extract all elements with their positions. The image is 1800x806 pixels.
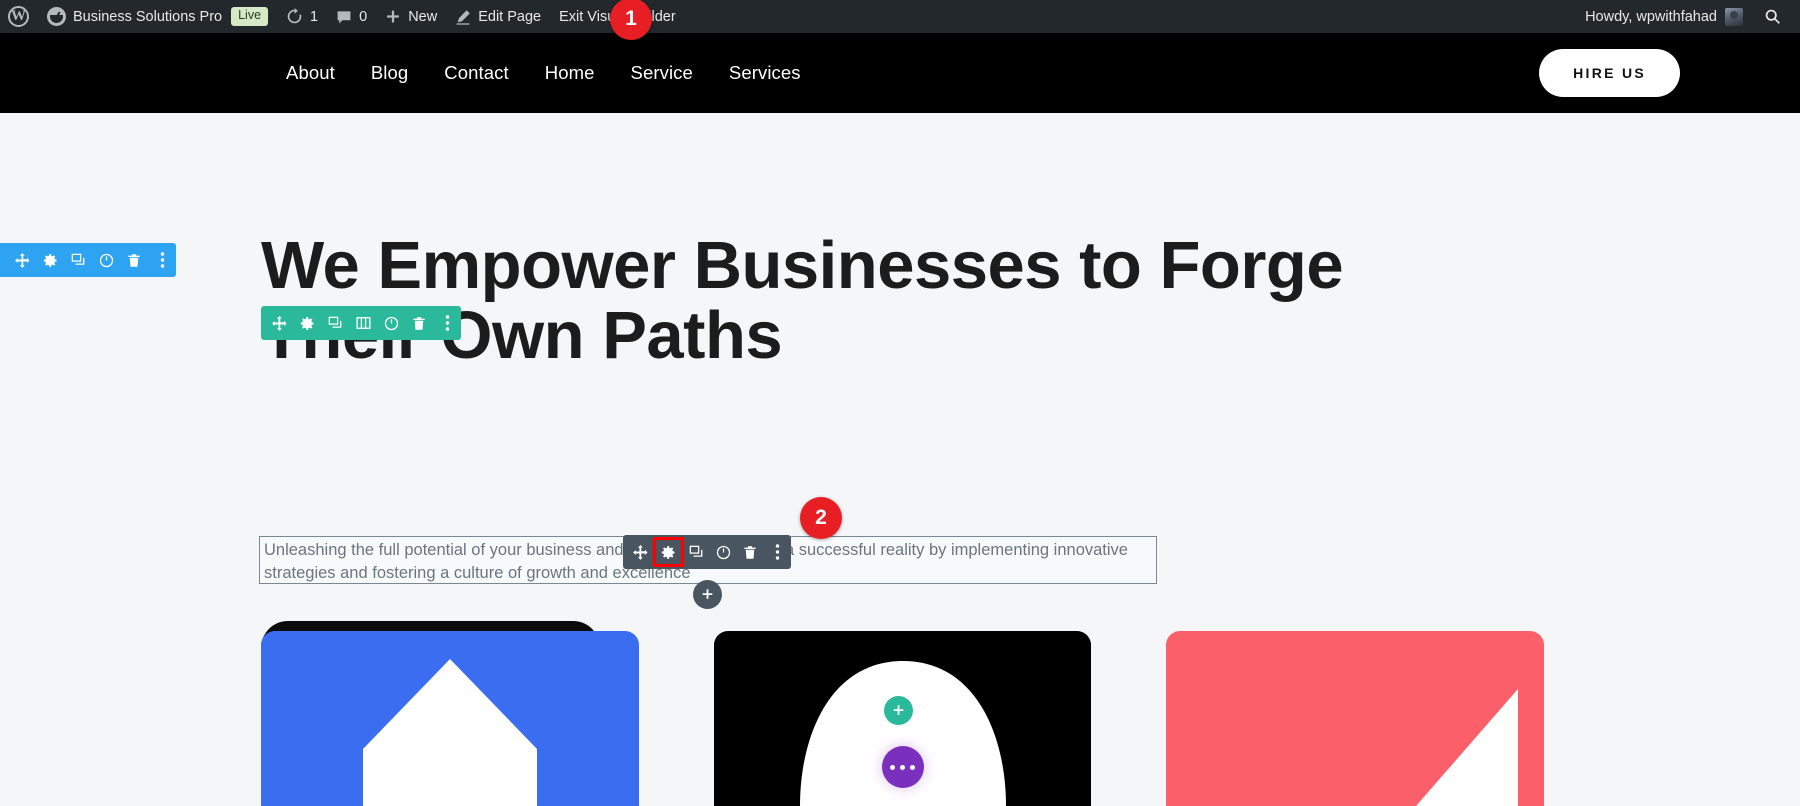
power-icon[interactable] — [92, 243, 120, 277]
move-icon[interactable] — [627, 535, 654, 569]
section-toolbar — [0, 243, 176, 277]
white-pentagon-house-shape — [363, 659, 537, 806]
page-content: We Empower Businesses to Forge Their Own… — [0, 113, 1800, 806]
gear-icon[interactable] — [653, 537, 684, 567]
hire-us-button[interactable]: HIRE US — [1539, 49, 1680, 97]
avatar — [1725, 7, 1743, 26]
wp-admin-bar: W Business Solutions Pro Live 1 0 New Ed… — [0, 0, 1800, 33]
annotation-badge-1: 1 — [610, 0, 652, 40]
kebab-menu-icon[interactable] — [764, 535, 791, 569]
admin-bar-revisions[interactable]: 1 — [277, 0, 327, 33]
kebab-menu-icon[interactable] — [148, 243, 176, 277]
main-navigation: About Blog Contact Home Service Services — [286, 33, 801, 113]
trash-icon[interactable] — [737, 535, 764, 569]
revisions-icon — [286, 8, 303, 25]
card-blue[interactable] — [261, 631, 639, 806]
comments-bubble-icon — [336, 9, 352, 25]
admin-bar-new[interactable]: New — [376, 0, 446, 33]
nav-item-contact[interactable]: Contact — [444, 62, 508, 84]
module-toolbar — [623, 535, 791, 569]
admin-bar-site-name[interactable]: Business Solutions Pro Live — [38, 0, 277, 33]
annotation-badge-2: 2 — [800, 497, 842, 539]
power-icon[interactable] — [710, 535, 737, 569]
dot-1 — [890, 764, 895, 770]
plus-icon — [385, 9, 401, 25]
nav-item-home[interactable]: Home — [545, 62, 595, 84]
pencil-icon — [455, 9, 471, 25]
search-icon — [1764, 8, 1781, 25]
admin-bar-edit-page[interactable]: Edit Page — [446, 0, 550, 33]
columns-icon[interactable] — [349, 306, 377, 340]
new-label: New — [408, 8, 438, 25]
duplicate-icon[interactable] — [683, 535, 710, 569]
power-icon[interactable] — [377, 306, 405, 340]
duplicate-icon[interactable] — [321, 306, 349, 340]
howdy-label: Howdy, wpwithfahad — [1585, 8, 1717, 25]
revisions-count: 1 — [310, 8, 319, 25]
add-row-button[interactable] — [884, 696, 913, 725]
row-toolbar — [261, 306, 461, 340]
nav-item-service[interactable]: Service — [631, 62, 693, 84]
admin-bar-right: Howdy, wpwithfahad — [1577, 7, 1800, 26]
admin-bar-comments[interactable]: 0 — [327, 0, 376, 33]
move-icon[interactable] — [265, 306, 293, 340]
hero-heading: We Empower Businesses to Forge Their Own… — [261, 228, 1344, 373]
purple-ellipsis-button[interactable] — [881, 746, 924, 788]
nav-item-about[interactable]: About — [286, 62, 335, 84]
dot-2 — [900, 764, 905, 770]
admin-bar-account[interactable]: Howdy, wpwithfahad — [1577, 7, 1751, 26]
nav-item-blog[interactable]: Blog — [371, 62, 408, 84]
kebab-menu-icon[interactable] — [433, 306, 461, 340]
dot-3 — [910, 764, 915, 770]
site-header: About Blog Contact Home Service Services… — [0, 33, 1800, 113]
site-name-label: Business Solutions Pro — [73, 8, 223, 25]
nav-item-services[interactable]: Services — [729, 62, 801, 84]
gear-icon[interactable] — [36, 243, 64, 277]
trash-icon[interactable] — [120, 243, 148, 277]
edit-page-label: Edit Page — [478, 8, 542, 25]
white-triangle-shape — [1416, 689, 1519, 806]
duplicate-icon[interactable] — [64, 243, 92, 277]
move-icon[interactable] — [8, 243, 36, 277]
admin-bar-wp-logo[interactable]: W — [0, 0, 38, 33]
dashboard-speedometer-icon — [47, 7, 66, 26]
add-module-button[interactable] — [693, 580, 722, 609]
comments-count: 0 — [359, 8, 368, 25]
wordpress-logo: W — [8, 6, 29, 27]
admin-bar-search-button[interactable] — [1751, 8, 1794, 25]
live-badge: Live — [231, 7, 269, 26]
card-red[interactable] — [1166, 631, 1545, 806]
gear-icon[interactable] — [293, 306, 321, 340]
trash-icon[interactable] — [405, 306, 433, 340]
